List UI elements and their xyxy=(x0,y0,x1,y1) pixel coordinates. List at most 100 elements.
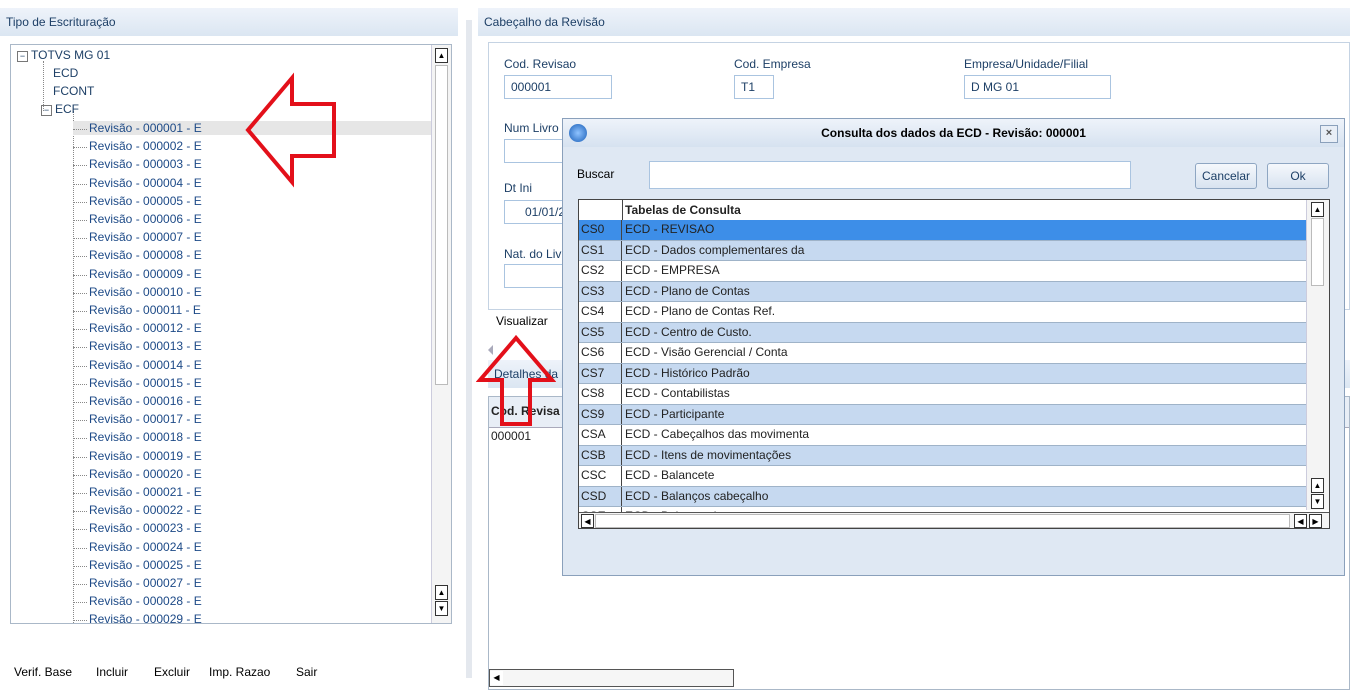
scroll-thumb[interactable] xyxy=(435,65,448,385)
splitter[interactable] xyxy=(466,20,472,678)
table-row[interactable]: CS1 ECD - Dados complementares da xyxy=(579,240,1306,261)
tree-connector xyxy=(73,402,87,403)
row-description: ECD - Centro de Custo. xyxy=(625,324,752,339)
tree-node-revision[interactable]: Revisão - 000029 - E xyxy=(75,612,202,623)
tree-node-revision[interactable]: Revisão - 000003 - E xyxy=(75,157,202,171)
scroll-down-icon[interactable]: ▼ xyxy=(435,601,448,616)
tree-node-ecd[interactable]: ECD xyxy=(53,66,78,80)
verif-base-button[interactable]: Verif. Base xyxy=(14,665,72,679)
cancel-button[interactable]: Cancelar xyxy=(1195,163,1257,189)
tree-node-revision[interactable]: Revisão - 000021 - E xyxy=(75,485,202,499)
row-code: CS1 xyxy=(579,240,622,260)
tree-node-revision[interactable]: Revisão - 000018 - E xyxy=(75,430,202,444)
row-description: ECD - Balanços cabeçalho xyxy=(625,488,769,503)
sair-button[interactable]: Sair xyxy=(296,665,317,679)
tree-node-revision[interactable]: Revisão - 000027 - E xyxy=(75,576,202,590)
scroll-right-icon[interactable]: ▶ xyxy=(1309,514,1322,528)
annotation-arrow-up xyxy=(476,334,556,426)
tree-node-revision[interactable]: Revisão - 000028 - E xyxy=(75,594,202,608)
table-row[interactable]: CS8 ECD - Contabilistas xyxy=(579,384,1306,405)
table-row[interactable]: CS3 ECD - Plano de Contas xyxy=(579,281,1306,302)
tree-node-revision[interactable]: Revisão - 000010 - E xyxy=(75,285,202,299)
tree-node-revision[interactable]: Revisão - 000013 - E xyxy=(75,339,202,353)
collapse-icon[interactable]: − xyxy=(41,105,52,116)
hscroll-thumb[interactable] xyxy=(595,514,1290,528)
collapse-icon[interactable]: − xyxy=(17,51,28,62)
tree-node-ecf[interactable]: − ECF xyxy=(41,102,79,116)
empresa-label: Empresa/Unidade/Filial xyxy=(964,57,1089,71)
grid-vscroll[interactable]: ▲ ▲ ▼ xyxy=(1306,200,1329,510)
tree-node-revision[interactable]: Revisão - 000024 - E xyxy=(75,540,202,554)
tree-node-revision[interactable]: Revisão - 000017 - E xyxy=(75,412,202,426)
tree-node-revision[interactable]: Revisão - 000015 - E xyxy=(75,376,202,390)
tree-node-revision[interactable]: Revisão - 000025 - E xyxy=(75,558,202,572)
cod-revisao-field[interactable]: 000001 xyxy=(504,75,612,99)
table-row[interactable]: CS2 ECD - EMPRESA xyxy=(579,261,1306,282)
scroll-up-icon[interactable]: ▲ xyxy=(435,585,448,600)
table-row[interactable]: CS7 ECD - Histórico Padrão xyxy=(579,363,1306,384)
table-row[interactable]: CSC ECD - Balancete xyxy=(579,466,1306,487)
imp-razao-button[interactable]: Imp. Razao xyxy=(209,665,270,679)
tree-node-revision[interactable]: Revisão - 000004 - E xyxy=(75,176,202,190)
table-row[interactable]: CS4 ECD - Plano de Contas Ref. xyxy=(579,302,1306,323)
table-row[interactable]: CSB ECD - Itens de movimentações xyxy=(579,445,1306,466)
scroll-up-icon[interactable]: ▲ xyxy=(435,48,448,63)
tree-connector xyxy=(73,420,87,422)
table-row[interactable]: CS6 ECD - Visão Gerencial / Conta xyxy=(579,343,1306,364)
empresa-field[interactable]: D MG 01 xyxy=(964,75,1111,99)
tree-connector xyxy=(73,365,87,367)
detail-row-value[interactable]: 000001 xyxy=(491,429,531,443)
annotation-arrow-left xyxy=(245,72,336,188)
table-row[interactable]: CS9 ECD - Participante xyxy=(579,404,1306,425)
table-row[interactable]: CSD ECD - Balanços cabeçalho xyxy=(579,486,1306,507)
tree-node-revision[interactable]: Revisão - 000022 - E xyxy=(75,503,202,517)
scroll-up-icon[interactable]: ▲ xyxy=(1311,478,1324,493)
dialog-title-text: Consulta dos dados da ECD - Revisão: 000… xyxy=(821,126,1086,140)
tree-connector xyxy=(73,620,87,622)
grid-hscroll[interactable]: ◀ ◀ ▶ xyxy=(579,512,1329,528)
cod-empresa-field[interactable]: T1 xyxy=(734,75,774,99)
scroll-left-icon[interactable]: ◀ xyxy=(490,671,503,685)
row-description: ECD - Cabeçalhos das movimenta xyxy=(625,427,810,441)
tree-node-revision[interactable]: Revisão - 000012 - E xyxy=(75,321,202,335)
row-code: CS6 xyxy=(579,343,622,363)
tree-node-revision[interactable]: Revisão - 000009 - E xyxy=(75,267,202,281)
tree-node-revision[interactable]: Revisão - 000020 - E xyxy=(75,467,202,481)
scroll-down-icon[interactable]: ▼ xyxy=(1311,494,1324,509)
table-row[interactable]: CSA ECD - Cabeçalhos das movimenta xyxy=(579,425,1306,446)
row-code: CS4 xyxy=(579,302,622,322)
table-row[interactable]: CS0 ECD - REVISAO xyxy=(579,220,1306,241)
excluir-button[interactable]: Excluir xyxy=(154,665,190,679)
row-description: ECD - Contabilistas xyxy=(625,386,730,400)
tree-node-revision[interactable]: Revisão - 000006 - E xyxy=(75,212,202,226)
close-icon[interactable]: × xyxy=(1320,125,1338,143)
tree-node-revision[interactable]: Revisão - 000008 - E xyxy=(75,248,202,262)
tree-node-fcont[interactable]: FCONT xyxy=(53,84,94,98)
tree-connector xyxy=(73,201,87,203)
tree-root-node[interactable]: − TOTVS MG 01 xyxy=(17,48,110,62)
tree-node-revision[interactable]: Revisão - 000005 - E xyxy=(75,194,202,208)
table-row[interactable]: CS5 ECD - Centro de Custo. xyxy=(579,322,1306,343)
tree-connector xyxy=(73,274,87,276)
escrituracao-tree: − TOTVS MG 01 ECD FCONT − ECF Revisão - 00… xyxy=(10,44,452,624)
ok-button[interactable]: Ok xyxy=(1267,163,1329,189)
tree-node-revision[interactable]: Revisão - 000019 - E xyxy=(75,449,202,463)
tree-node-revision[interactable]: Revisão - 000014 - E xyxy=(75,358,202,372)
incluir-button[interactable]: Incluir xyxy=(96,665,128,679)
scroll-thumb[interactable] xyxy=(1311,218,1324,286)
tree-connector xyxy=(73,493,87,494)
tree-scrollbar[interactable]: ▲ ▲ ▼ xyxy=(431,45,451,623)
scroll-up-icon[interactable]: ▲ xyxy=(1311,202,1324,217)
tree-node-revision[interactable]: Revisão - 000007 - E xyxy=(75,230,202,244)
tree-node-revision[interactable]: Revisão - 000016 - E xyxy=(75,394,202,408)
tree-node-revision[interactable]: Revisão - 000011 - E xyxy=(75,303,201,317)
scroll-left-icon[interactable]: ◀ xyxy=(1294,514,1307,528)
tree-node-revision[interactable]: Revisão - 000023 - E xyxy=(75,521,202,535)
tree-node-revision[interactable]: Revisão - 000002 - E xyxy=(75,139,202,153)
visualizar-button[interactable]: Visualizar xyxy=(496,314,548,328)
detail-hscroll[interactable]: ◀ xyxy=(489,669,734,687)
row-description: ECD - Balancete xyxy=(625,468,715,482)
scroll-left-icon[interactable]: ◀ xyxy=(581,514,594,528)
cod-revisao-label: Cod. Revisao xyxy=(504,57,577,71)
buscar-input[interactable] xyxy=(649,161,1131,189)
